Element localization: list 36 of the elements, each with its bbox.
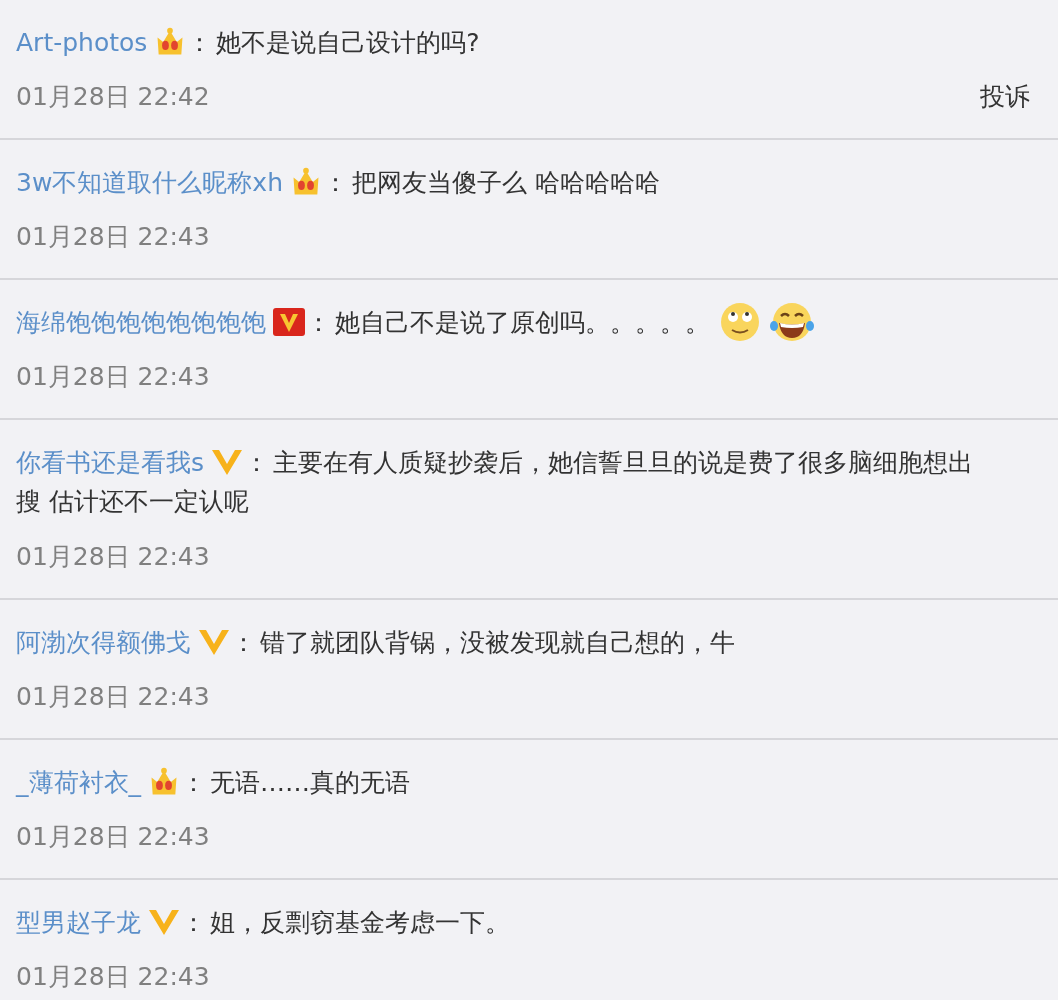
comment-text: 错了就团队背锅，没被发现就自己想的，牛 (260, 626, 735, 659)
colon: ： (181, 906, 206, 939)
comment-text: 她不是说自己设计的吗? (216, 26, 480, 59)
username-link[interactable]: 型男赵子龙 (16, 905, 141, 939)
username-link[interactable]: 你看书还是看我s (16, 445, 205, 479)
timestamp: 01月28日 22:43 (16, 960, 210, 993)
verified-v-icon (272, 305, 306, 339)
comment-text: 无语……真的无语 (210, 766, 410, 799)
timestamp: 01月28日 22:43 (16, 220, 210, 253)
verified-v-icon (210, 447, 245, 477)
timestamp: 01月28日 22:43 (16, 680, 210, 713)
smiley-icon (720, 302, 760, 342)
timestamp: 01月28日 22:43 (16, 360, 210, 393)
username-link[interactable]: 3w不知道取什么昵称xh (16, 165, 283, 199)
colon: ： (323, 166, 348, 199)
colon: ： (231, 626, 256, 659)
comment-text: 把网友当傻子么 哈哈哈哈哈 (352, 166, 660, 199)
timestamp: 01月28日 22:43 (16, 540, 210, 573)
colon: ： (187, 26, 213, 59)
verified-v-icon (197, 627, 231, 657)
colon: ： (244, 446, 270, 479)
verified-v-icon (147, 907, 181, 937)
colon: ： (306, 306, 331, 339)
username-link[interactable]: _薄荷衬衣_ (16, 765, 141, 799)
timestamp: 01月28日 22:42 (16, 80, 210, 113)
comment-text: 她自己不是说了原创吗。。。。。 (335, 306, 710, 339)
username-link[interactable]: Art-photos (16, 27, 148, 57)
comment-text: 搜 估计还不一定认呢 (16, 486, 250, 518)
username-link[interactable]: 海绵饱饱饱饱饱饱饱饱 (16, 305, 266, 339)
laughing-tears-icon (770, 302, 814, 342)
username-link[interactable]: 阿渤次得额佛戈 (16, 625, 191, 659)
report-link[interactable]: 投诉 (980, 79, 1030, 113)
comment-text: 主要在有人质疑抄袭后，她信誓旦旦的说是费了很多脑细胞想出 (273, 446, 974, 479)
timestamp: 01月28日 22:43 (16, 820, 210, 853)
comment-text: 姐，反剽窃基金考虑一下。 (210, 906, 510, 939)
colon: ： (181, 766, 206, 799)
